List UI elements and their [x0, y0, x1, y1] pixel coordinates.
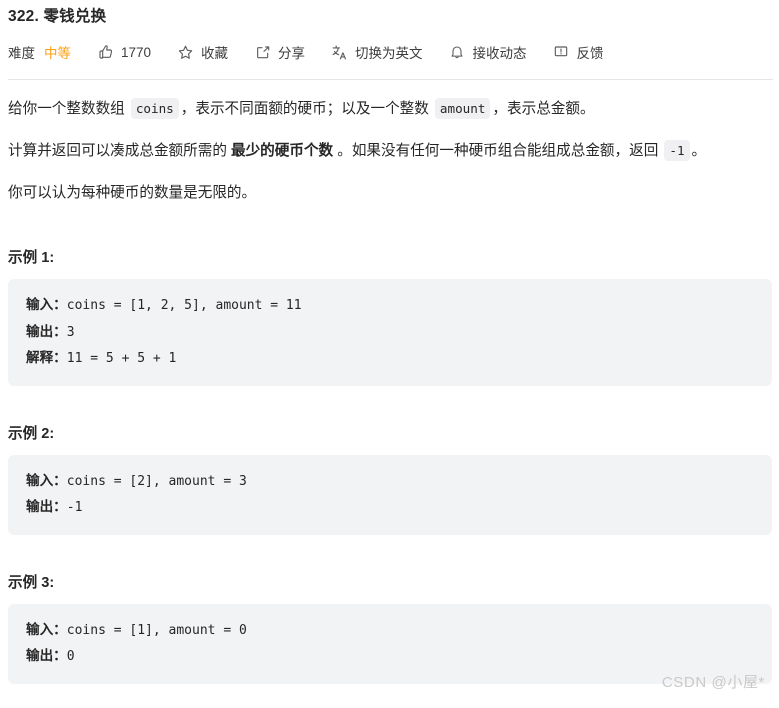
- example-line-code: 0: [66, 649, 75, 664]
- example-line: 解释：11 = 5 + 5 + 1: [26, 345, 754, 372]
- example-line-code: coins = [1, 2, 5], amount = 11: [66, 298, 302, 313]
- comment-icon: [553, 44, 570, 61]
- example-line-code: 3: [66, 324, 75, 340]
- difficulty-group: 难度 中等: [8, 42, 71, 62]
- description-paragraph-3: 你可以认为每种硬币的数量是无限的。: [8, 185, 257, 201]
- example-line-key: 输出：: [26, 499, 67, 514]
- page-title: 322. 零钱兑换: [8, 8, 107, 25]
- example-line-key: 输出：: [26, 323, 67, 339]
- example-heading-1: 示例 1:: [8, 250, 55, 266]
- desc-p2-text-a: 计算并返回可以凑成总金额所需的: [8, 143, 227, 159]
- desc-p2-emphasis: 最少的硬币个数: [230, 143, 334, 159]
- problem-page: 322. 零钱兑换 难度 中等 1770 收藏 分享 切换为英文 接收动态 反馈…: [0, 0, 779, 708]
- translate-icon: [331, 44, 348, 61]
- translate-button[interactable]: 切换为英文: [331, 42, 423, 62]
- favorite-label: 收藏: [201, 46, 229, 61]
- example-heading-3: 示例 3:: [8, 574, 55, 591]
- example-block-2: 输入：coins = [2], amount = 3 输出：-1: [8, 454, 772, 535]
- status-badge: 中等: [44, 46, 71, 61]
- example-block-3: 输入：coins = [1], amount = 0 输出：0: [8, 603, 772, 684]
- problem-content: 给你一个整数数组 coins ，表示不同面额的硬币；以及一个整数 amount ，表…: [8, 94, 774, 706]
- share-label: 分享: [278, 46, 306, 61]
- example-heading-2: 示例 2:: [8, 425, 55, 442]
- feedback-label: 反馈: [576, 46, 604, 61]
- subscribe-button[interactable]: 接收动态: [449, 42, 527, 62]
- example-line-code: coins = [1], amount = 0: [66, 622, 247, 638]
- description-paragraph-1: 给你一个整数数组 coins ，表示不同面额的硬币；以及一个整数 amount ，表…: [8, 94, 774, 124]
- inline-code-minus-one: -1: [664, 140, 690, 161]
- desc-p2-text-c: 。: [691, 143, 707, 159]
- favorite-button[interactable]: 收藏: [177, 42, 228, 62]
- example-line: 输入：coins = [1, 2, 5], amount = 11: [26, 292, 754, 319]
- thumbs-up-icon: [97, 44, 114, 61]
- desc-p1-text-a: 给你一个整数数组: [8, 101, 125, 117]
- feedback-button[interactable]: 反馈: [553, 42, 604, 62]
- example-line-code: -1: [66, 500, 83, 515]
- example-line-key: 输入：: [26, 297, 67, 312]
- example-line: 输出：-1: [26, 494, 754, 521]
- example-line: 输出：0: [26, 643, 754, 670]
- subscribe-label: 接收动态: [472, 46, 527, 61]
- example-line-key: 解释：: [26, 350, 67, 365]
- difficulty-label: 难度: [8, 46, 35, 61]
- star-icon: [177, 44, 194, 61]
- problem-toolbar: 难度 中等 1770 收藏 分享 切换为英文 接收动态 反馈: [8, 40, 604, 64]
- bell-icon: [449, 44, 466, 61]
- csdn-watermark: CSDN @小屋*: [661, 674, 765, 691]
- description-paragraph-2: 计算并返回可以凑成总金额所需的 最少的硬币个数 。如果没有任何一种硬币组合能组成…: [8, 136, 774, 166]
- example-line: 输出：3: [26, 319, 754, 346]
- example-line-code: coins = [2], amount = 3: [66, 473, 247, 489]
- like-button[interactable]: 1770: [97, 44, 151, 61]
- example-block-1: 输入：coins = [1, 2, 5], amount = 11 输出：3 解…: [8, 279, 772, 386]
- example-line: 输入：coins = [2], amount = 3: [26, 468, 754, 495]
- desc-p1-text-b: ，表示不同面额的硬币；以及一个整数: [180, 101, 429, 117]
- example-line-key: 输出：: [26, 648, 67, 663]
- example-line-code: 11 = 5 + 5 + 1: [66, 351, 177, 366]
- share-box-icon: [254, 44, 271, 61]
- example-line: 输入：coins = [1], amount = 0: [26, 617, 754, 644]
- header-divider: [8, 79, 773, 80]
- desc-p1-text-c: ，表示总金额。: [492, 101, 595, 117]
- example-line-key: 输入：: [26, 472, 67, 488]
- desc-p2-text-b: 。如果没有任何一种硬币组合能组成总金额，返回: [337, 143, 659, 159]
- inline-code-coins: coins: [130, 98, 179, 119]
- like-count: 1770: [121, 44, 152, 60]
- translate-label: 切换为英文: [355, 46, 423, 61]
- inline-code-amount: amount: [434, 98, 491, 119]
- example-line-key: 输入：: [26, 621, 67, 637]
- share-button[interactable]: 分享: [254, 42, 305, 62]
